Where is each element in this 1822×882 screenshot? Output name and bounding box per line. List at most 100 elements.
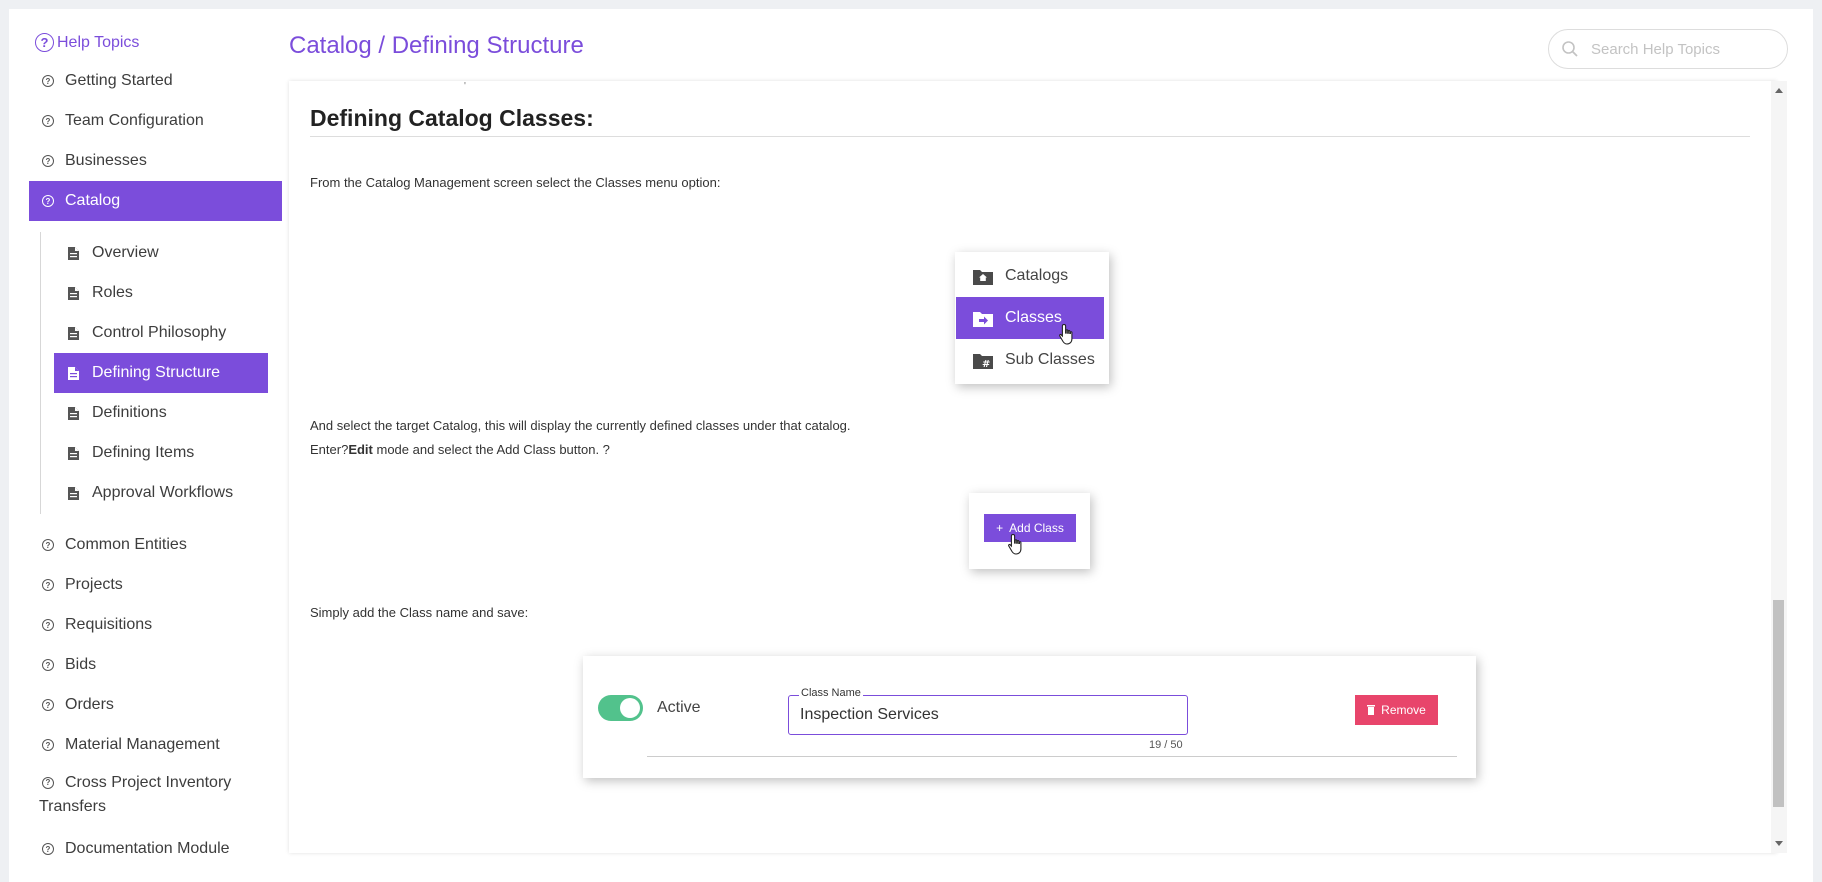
toggle-knob bbox=[620, 698, 640, 718]
menu-item-classes[interactable]: Classes bbox=[956, 297, 1104, 339]
add-class-screenshot: + Add Class bbox=[969, 493, 1090, 569]
catalog-menu-screenshot: Catalogs Classes # Sub Classes bbox=[955, 252, 1109, 384]
active-toggle[interactable] bbox=[598, 695, 643, 721]
search-icon bbox=[1562, 41, 1578, 57]
nav-item-label: Projects bbox=[65, 576, 123, 593]
question-circle-icon: ? bbox=[42, 155, 54, 167]
nav-item-material-management[interactable]: ? Material Management bbox=[29, 725, 282, 765]
nav-item-getting-started[interactable]: ? Getting Started bbox=[29, 61, 282, 101]
nav-item-cross-project-inventory-transfers[interactable]: ? Cross Project Inventory Transfers bbox=[29, 771, 259, 819]
help-circle-icon: ? bbox=[35, 33, 54, 52]
class-name-input[interactable] bbox=[800, 706, 1170, 724]
question-circle-icon: ? bbox=[42, 195, 54, 207]
character-counter: 19 / 50 bbox=[1149, 739, 1183, 751]
text-segment-bold: Edit bbox=[348, 442, 373, 457]
active-label: Active bbox=[657, 699, 701, 716]
menu-item-sub-classes[interactable]: # Sub Classes bbox=[956, 339, 1104, 381]
sub-item-label: Approval Workflows bbox=[92, 484, 234, 501]
sub-item-label: Control Philosophy bbox=[92, 324, 227, 341]
nav-item-projects[interactable]: ? Projects bbox=[29, 565, 282, 605]
class-name-field[interactable]: Class Name bbox=[788, 687, 1188, 735]
document-icon bbox=[68, 406, 79, 420]
question-circle-icon: ? bbox=[42, 75, 54, 87]
question-circle-icon: ? bbox=[42, 659, 54, 671]
document-icon bbox=[68, 326, 79, 340]
document-icon bbox=[68, 446, 79, 460]
plus-icon: + bbox=[996, 521, 1004, 535]
nav-item-team-configuration[interactable]: ? Team Configuration bbox=[29, 101, 282, 141]
document-icon bbox=[68, 366, 79, 380]
svg-text:#: # bbox=[982, 359, 990, 369]
sub-item-label: Defining Items bbox=[92, 444, 195, 461]
help-topics-title[interactable]: ? Help Topics bbox=[35, 33, 139, 52]
nav-item-label: Getting Started bbox=[65, 72, 173, 89]
nav-item-label: Cross Project Inventory Transfers bbox=[39, 774, 232, 815]
sub-item-control-philosophy[interactable]: Control Philosophy bbox=[54, 313, 268, 353]
menu-item-label: Catalogs bbox=[1005, 267, 1069, 284]
sub-item-label: Overview bbox=[92, 244, 159, 261]
sub-item-defining-structure[interactable]: Defining Structure bbox=[54, 353, 268, 393]
paragraph-add-name: Simply add the Class name and save: bbox=[310, 605, 529, 620]
scroll-down-arrow[interactable] bbox=[1775, 841, 1783, 846]
nav-item-requisitions[interactable]: ? Requisitions bbox=[29, 605, 282, 645]
nav-item-label: Catalog bbox=[65, 192, 121, 209]
trash-icon bbox=[1367, 705, 1376, 715]
folder-home-icon bbox=[973, 269, 993, 285]
content-scrollbar[interactable] bbox=[1771, 81, 1787, 853]
nav-item-common-entities[interactable]: ? Common Entities bbox=[29, 525, 282, 565]
nav-item-label: Businesses bbox=[65, 152, 147, 169]
hand-cursor-icon bbox=[1059, 323, 1073, 345]
text-segment: Enter? bbox=[310, 442, 349, 457]
sub-item-label: Defining Structure bbox=[92, 364, 221, 381]
sub-item-roles[interactable]: Roles bbox=[54, 273, 268, 313]
question-circle-icon: ? bbox=[42, 539, 54, 551]
scroll-thumb[interactable] bbox=[1773, 600, 1784, 807]
nav-item-label: Team Configuration bbox=[65, 112, 204, 129]
question-circle-icon: ? bbox=[42, 579, 54, 591]
search-input[interactable] bbox=[1591, 40, 1771, 58]
search-box[interactable] bbox=[1548, 29, 1788, 69]
nav-item-orders[interactable]: ? Orders bbox=[29, 685, 282, 725]
nav-item-label: Common Entities bbox=[65, 536, 187, 553]
sub-item-defining-items[interactable]: Defining Items bbox=[54, 433, 268, 473]
question-circle-icon: ? bbox=[42, 699, 54, 711]
question-circle-icon: ? bbox=[42, 115, 54, 127]
menu-item-label: Classes bbox=[1005, 309, 1062, 326]
paragraph-edit-mode: Enter?Edit mode and select the Add Class… bbox=[310, 442, 610, 457]
add-class-button[interactable]: + Add Class bbox=[984, 514, 1076, 542]
form-divider bbox=[647, 756, 1457, 757]
sub-item-overview[interactable]: Overview bbox=[54, 233, 268, 273]
question-circle-icon: ? bbox=[42, 619, 54, 631]
document-icon bbox=[68, 486, 79, 500]
heading-divider bbox=[310, 136, 1750, 137]
page-title: Catalog / Defining Structure bbox=[289, 32, 584, 59]
sub-item-definitions[interactable]: Definitions bbox=[54, 393, 268, 433]
sub-item-label: Roles bbox=[92, 284, 133, 301]
nav-item-documentation-module[interactable]: ? Documentation Module bbox=[29, 829, 282, 869]
class-form-screenshot: Active Class Name 19 / 50 Remove bbox=[583, 656, 1476, 778]
question-circle-icon: ? bbox=[42, 739, 54, 751]
text-segment: mode and select the Add Class button. ? bbox=[372, 442, 610, 457]
sub-item-label: Definitions bbox=[92, 404, 167, 421]
menu-item-catalogs[interactable]: Catalogs bbox=[956, 255, 1104, 297]
remove-button[interactable]: Remove bbox=[1355, 695, 1438, 725]
help-content-panel: ' Defining Catalog Classes: From the Cat… bbox=[289, 81, 1777, 853]
paragraph-classes-menu: From the Catalog Management screen selec… bbox=[310, 175, 721, 190]
folder-hash-icon: # bbox=[973, 353, 993, 369]
nav-item-businesses[interactable]: ? Businesses bbox=[29, 141, 282, 181]
hand-cursor-icon bbox=[1008, 533, 1022, 555]
document-icon bbox=[68, 246, 79, 260]
help-topics-label: Help Topics bbox=[57, 33, 140, 51]
nav-item-label: Documentation Module bbox=[65, 840, 230, 857]
nav-item-catalog[interactable]: ? Catalog bbox=[29, 181, 282, 221]
question-circle-icon: ? bbox=[42, 843, 54, 855]
nav-item-bids[interactable]: ? Bids bbox=[29, 645, 282, 685]
paragraph-select-catalog: And select the target Catalog, this will… bbox=[310, 418, 851, 433]
sub-item-approval-workflows[interactable]: Approval Workflows bbox=[54, 473, 268, 513]
submenu-rail bbox=[40, 232, 41, 514]
scroll-up-arrow[interactable] bbox=[1775, 88, 1783, 93]
nav-item-label: Material Management bbox=[65, 736, 220, 753]
nav-item-label: Orders bbox=[65, 696, 114, 713]
section-heading: Defining Catalog Classes: bbox=[310, 105, 594, 131]
class-name-legend: Class Name bbox=[799, 687, 863, 699]
